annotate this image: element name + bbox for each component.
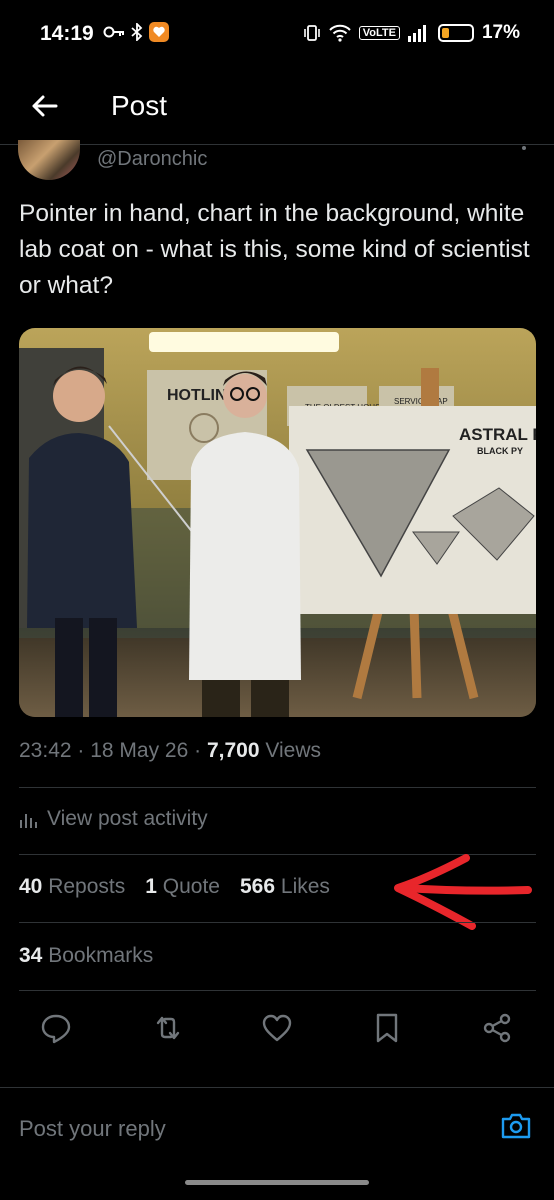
volte-badge: VoLTE [358, 26, 400, 40]
service-sign: SERVICE NAP [394, 397, 448, 406]
post-meta: 23:42 · 18 May 26 · 7,700 Views [19, 739, 322, 762]
reply-divider [0, 1087, 554, 1088]
signal-icon [407, 25, 426, 42]
engagement-stats: 40 Reposts 1 Quote 566 Likes [19, 875, 330, 899]
app-notification-icon [149, 22, 169, 42]
post-image[interactable]: HOTLINE THE OLDEST HOUSE SERVICE NAP AST… [19, 328, 536, 717]
header-divider [0, 144, 554, 145]
views-count: 7,700 [206, 739, 260, 762]
home-indicator[interactable] [185, 1180, 369, 1185]
status-bar: 14:19 VoLTE 17% [0, 0, 554, 72]
key-icon [103, 26, 124, 38]
battery-percent: 17% [481, 22, 520, 43]
reposts-stat[interactable]: 40 Reposts [19, 875, 125, 899]
avatar[interactable] [18, 140, 80, 180]
astral-chart-title: ASTRAL PL [459, 425, 536, 444]
likes-stat[interactable]: 566 Likes [240, 875, 330, 899]
view-post-activity-button[interactable]: View post activity [19, 807, 208, 831]
quotes-stat[interactable]: 1 Quote [145, 875, 220, 899]
status-time: 14:19 [40, 22, 94, 45]
more-options-icon[interactable] [522, 146, 526, 150]
astral-chart-subtitle: BLACK PY [477, 446, 523, 456]
activity-chart-icon [20, 814, 37, 828]
reply-icon[interactable] [40, 1012, 72, 1044]
photo-scene: HOTLINE THE OLDEST HOUSE SERVICE NAP AST… [19, 328, 536, 717]
red-arrow-annotation [394, 854, 532, 930]
reply-input[interactable]: Post your reply [19, 1116, 166, 1142]
repost-icon[interactable] [152, 1012, 184, 1044]
author-handle[interactable]: @Daronchic [97, 148, 207, 171]
views-label: Views [265, 739, 322, 762]
share-icon[interactable] [481, 1012, 513, 1044]
like-icon[interactable] [261, 1012, 293, 1044]
bookmark-icon[interactable] [371, 1012, 403, 1044]
camera-icon[interactable] [500, 1110, 532, 1142]
status-left-icons [103, 22, 169, 42]
divider [19, 922, 536, 923]
action-bar [0, 1004, 554, 1050]
page-title: Post [111, 90, 168, 121]
status-right: VoLTE 17% [303, 22, 520, 44]
vibrate-icon [303, 25, 320, 41]
post-time: 23:42 [19, 739, 72, 762]
divider [19, 990, 536, 991]
bookmarks-stat[interactable]: 34 Bookmarks [19, 944, 153, 968]
top-bar: Post [0, 72, 554, 142]
activity-label: View post activity [47, 807, 208, 830]
wifi-icon [329, 24, 351, 42]
battery-icon [437, 24, 474, 42]
post-date: 18 May 26 [90, 739, 189, 762]
arrow-left-icon[interactable] [28, 90, 60, 122]
divider [19, 787, 536, 788]
bluetooth-icon [131, 23, 143, 41]
post-text: Pointer in hand, chart in the background… [19, 200, 530, 299]
